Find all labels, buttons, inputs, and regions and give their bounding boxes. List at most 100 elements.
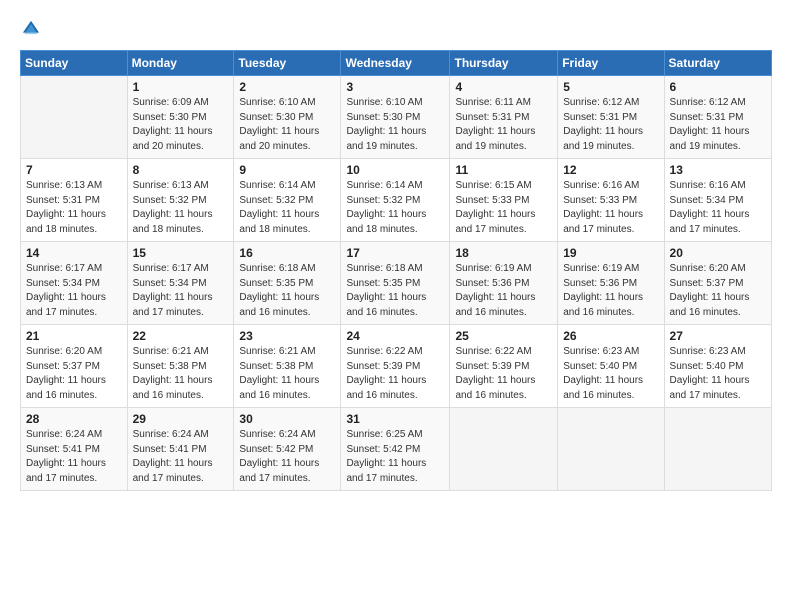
day-number: 13 bbox=[670, 163, 766, 177]
calendar-cell: 10Sunrise: 6:14 AM Sunset: 5:32 PM Dayli… bbox=[341, 159, 450, 242]
calendar-cell: 19 Sunrise: 6:19 AM Sunset: 5:36 PM Dayli… bbox=[558, 242, 664, 325]
calendar-week-row: 14 Sunrise: 6:17 AM Sunset: 5:34 PM Dayli… bbox=[21, 242, 772, 325]
day-number: 18 bbox=[455, 246, 552, 260]
day-number: 16 bbox=[239, 246, 335, 260]
calendar-week-row: 7 Sunrise: 6:13 AM Sunset: 5:31 PM Daylig… bbox=[21, 159, 772, 242]
calendar-cell: 13Sunrise: 6:16 AM Sunset: 5:34 PM Dayli… bbox=[664, 159, 771, 242]
day-info: Sunrise: 6:15 AM Sunset: 5:33 PM Dayligh… bbox=[455, 179, 552, 237]
day-number: 9 bbox=[239, 163, 335, 177]
calendar-cell: 6Sunrise: 6:12 AM Sunset: 5:31 PM Daylig… bbox=[664, 76, 771, 159]
day-number: 17 bbox=[346, 246, 444, 260]
day-number: 31 bbox=[346, 412, 444, 426]
day-number: 12 bbox=[563, 163, 658, 177]
day-number: 7 bbox=[26, 163, 122, 177]
day-info: Sunrise: 6:21 AM Sunset: 5:38 PM Dayligh… bbox=[239, 345, 335, 403]
calendar-cell: 15Sunrise: 6:17 AM Sunset: 5:34 PM Dayli… bbox=[127, 242, 234, 325]
day-number: 19 bbox=[563, 246, 658, 260]
day-info: Sunrise: 6:20 AM Sunset: 5:37 PM Dayligh… bbox=[670, 262, 766, 320]
calendar-week-row: 1 Sunrise: 6:09 AM Sunset: 5:30 PM Daylig… bbox=[21, 76, 772, 159]
day-number: 1 bbox=[133, 80, 229, 94]
calendar-cell: 30 Sunrise: 6:24 AM Sunset: 5:42 PM Dayli… bbox=[234, 408, 341, 491]
day-info: Sunrise: 6:22 AM Sunset: 5:39 PM Dayligh… bbox=[346, 345, 444, 403]
calendar-cell: 28 Sunrise: 6:24 AM Sunset: 5:41 PM Dayli… bbox=[21, 408, 128, 491]
day-number: 28 bbox=[26, 412, 122, 426]
header bbox=[20, 18, 772, 40]
day-info: Sunrise: 6:14 AM Sunset: 5:32 PM Dayligh… bbox=[239, 179, 335, 237]
calendar-header-row: SundayMondayTuesdayWednesdayThursdayFrid… bbox=[21, 51, 772, 76]
calendar-cell: 22 Sunrise: 6:21 AM Sunset: 5:38 PM Dayli… bbox=[127, 325, 234, 408]
day-number: 30 bbox=[239, 412, 335, 426]
calendar-week-row: 21 Sunrise: 6:20 AM Sunset: 5:37 PM Dayli… bbox=[21, 325, 772, 408]
calendar-cell: 11 Sunrise: 6:15 AM Sunset: 5:33 PM Dayli… bbox=[450, 159, 558, 242]
calendar-cell: 4 Sunrise: 6:11 AM Sunset: 5:31 PM Daylig… bbox=[450, 76, 558, 159]
day-number: 8 bbox=[133, 163, 229, 177]
calendar-cell: 21 Sunrise: 6:20 AM Sunset: 5:37 PM Dayli… bbox=[21, 325, 128, 408]
day-info: Sunrise: 6:10 AM Sunset: 5:30 PM Dayligh… bbox=[346, 96, 444, 154]
day-info: Sunrise: 6:19 AM Sunset: 5:36 PM Dayligh… bbox=[455, 262, 552, 320]
day-info: Sunrise: 6:10 AM Sunset: 5:30 PM Dayligh… bbox=[239, 96, 335, 154]
logo bbox=[20, 18, 46, 40]
day-info: Sunrise: 6:17 AM Sunset: 5:34 PM Dayligh… bbox=[26, 262, 122, 320]
day-info: Sunrise: 6:20 AM Sunset: 5:37 PM Dayligh… bbox=[26, 345, 122, 403]
day-info: Sunrise: 6:21 AM Sunset: 5:38 PM Dayligh… bbox=[133, 345, 229, 403]
col-header-sunday: Sunday bbox=[21, 51, 128, 76]
day-number: 22 bbox=[133, 329, 229, 343]
calendar-cell: 1 Sunrise: 6:09 AM Sunset: 5:30 PM Daylig… bbox=[127, 76, 234, 159]
day-info: Sunrise: 6:09 AM Sunset: 5:30 PM Dayligh… bbox=[133, 96, 229, 154]
day-number: 23 bbox=[239, 329, 335, 343]
calendar-cell: 9 Sunrise: 6:14 AM Sunset: 5:32 PM Daylig… bbox=[234, 159, 341, 242]
calendar-cell: 25 Sunrise: 6:22 AM Sunset: 5:39 PM Dayli… bbox=[450, 325, 558, 408]
calendar-cell: 5 Sunrise: 6:12 AM Sunset: 5:31 PM Daylig… bbox=[558, 76, 664, 159]
day-info: Sunrise: 6:25 AM Sunset: 5:42 PM Dayligh… bbox=[346, 428, 444, 486]
calendar-cell bbox=[21, 76, 128, 159]
day-info: Sunrise: 6:16 AM Sunset: 5:33 PM Dayligh… bbox=[563, 179, 658, 237]
col-header-tuesday: Tuesday bbox=[234, 51, 341, 76]
calendar-cell: 17 Sunrise: 6:18 AM Sunset: 5:35 PM Dayli… bbox=[341, 242, 450, 325]
day-number: 24 bbox=[346, 329, 444, 343]
calendar-cell bbox=[450, 408, 558, 491]
day-info: Sunrise: 6:12 AM Sunset: 5:31 PM Dayligh… bbox=[670, 96, 766, 154]
day-number: 20 bbox=[670, 246, 766, 260]
day-info: Sunrise: 6:22 AM Sunset: 5:39 PM Dayligh… bbox=[455, 345, 552, 403]
col-header-monday: Monday bbox=[127, 51, 234, 76]
calendar-cell: 16 Sunrise: 6:18 AM Sunset: 5:35 PM Dayli… bbox=[234, 242, 341, 325]
day-number: 10 bbox=[346, 163, 444, 177]
day-info: Sunrise: 6:24 AM Sunset: 5:42 PM Dayligh… bbox=[239, 428, 335, 486]
day-info: Sunrise: 6:18 AM Sunset: 5:35 PM Dayligh… bbox=[239, 262, 335, 320]
day-number: 11 bbox=[455, 163, 552, 177]
day-info: Sunrise: 6:12 AM Sunset: 5:31 PM Dayligh… bbox=[563, 96, 658, 154]
calendar-cell bbox=[558, 408, 664, 491]
calendar-cell bbox=[664, 408, 771, 491]
day-info: Sunrise: 6:13 AM Sunset: 5:31 PM Dayligh… bbox=[26, 179, 122, 237]
calendar-cell: 23 Sunrise: 6:21 AM Sunset: 5:38 PM Dayli… bbox=[234, 325, 341, 408]
day-number: 25 bbox=[455, 329, 552, 343]
calendar-cell: 7 Sunrise: 6:13 AM Sunset: 5:31 PM Daylig… bbox=[21, 159, 128, 242]
calendar-cell: 8 Sunrise: 6:13 AM Sunset: 5:32 PM Daylig… bbox=[127, 159, 234, 242]
day-info: Sunrise: 6:18 AM Sunset: 5:35 PM Dayligh… bbox=[346, 262, 444, 320]
calendar-cell: 26Sunrise: 6:23 AM Sunset: 5:40 PM Dayli… bbox=[558, 325, 664, 408]
day-info: Sunrise: 6:23 AM Sunset: 5:40 PM Dayligh… bbox=[563, 345, 658, 403]
logo-icon bbox=[20, 18, 42, 40]
day-number: 14 bbox=[26, 246, 122, 260]
day-info: Sunrise: 6:11 AM Sunset: 5:31 PM Dayligh… bbox=[455, 96, 552, 154]
day-number: 29 bbox=[133, 412, 229, 426]
calendar-table: SundayMondayTuesdayWednesdayThursdayFrid… bbox=[20, 50, 772, 491]
calendar-week-row: 28 Sunrise: 6:24 AM Sunset: 5:41 PM Dayli… bbox=[21, 408, 772, 491]
day-number: 21 bbox=[26, 329, 122, 343]
day-number: 5 bbox=[563, 80, 658, 94]
day-number: 2 bbox=[239, 80, 335, 94]
day-info: Sunrise: 6:17 AM Sunset: 5:34 PM Dayligh… bbox=[133, 262, 229, 320]
calendar-cell: 24 Sunrise: 6:22 AM Sunset: 5:39 PM Dayli… bbox=[341, 325, 450, 408]
col-header-saturday: Saturday bbox=[664, 51, 771, 76]
day-info: Sunrise: 6:24 AM Sunset: 5:41 PM Dayligh… bbox=[26, 428, 122, 486]
col-header-friday: Friday bbox=[558, 51, 664, 76]
calendar-cell: 20 Sunrise: 6:20 AM Sunset: 5:37 PM Dayli… bbox=[664, 242, 771, 325]
calendar-cell: 2 Sunrise: 6:10 AM Sunset: 5:30 PM Daylig… bbox=[234, 76, 341, 159]
calendar-cell: 14 Sunrise: 6:17 AM Sunset: 5:34 PM Dayli… bbox=[21, 242, 128, 325]
day-info: Sunrise: 6:19 AM Sunset: 5:36 PM Dayligh… bbox=[563, 262, 658, 320]
day-info: Sunrise: 6:24 AM Sunset: 5:41 PM Dayligh… bbox=[133, 428, 229, 486]
day-number: 4 bbox=[455, 80, 552, 94]
day-number: 3 bbox=[346, 80, 444, 94]
day-info: Sunrise: 6:13 AM Sunset: 5:32 PM Dayligh… bbox=[133, 179, 229, 237]
calendar-cell: 31 Sunrise: 6:25 AM Sunset: 5:42 PM Dayli… bbox=[341, 408, 450, 491]
